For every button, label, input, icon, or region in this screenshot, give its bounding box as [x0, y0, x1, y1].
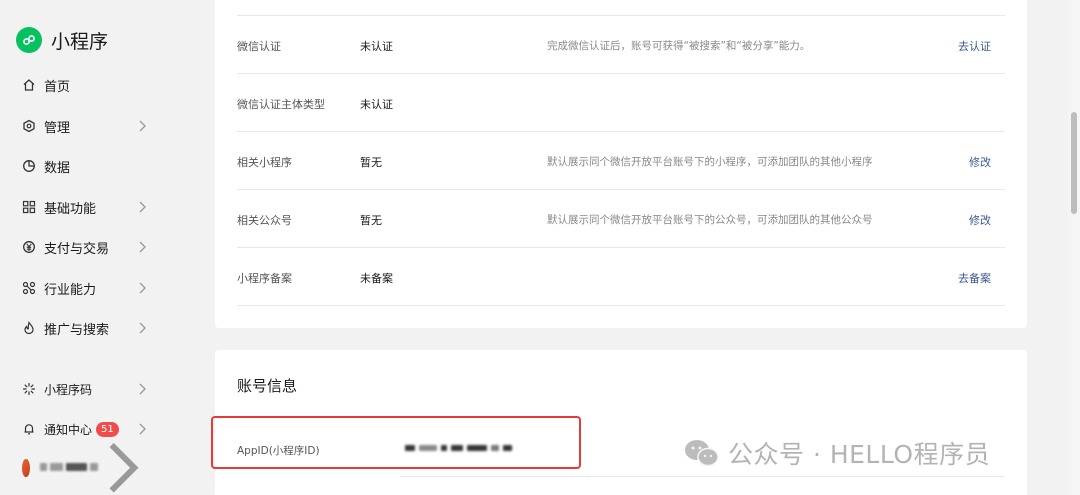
brand-title: 小程序	[51, 30, 109, 53]
row-value-related-official-accounts: 暂无	[360, 214, 382, 227]
row-value-wechat-verification: 未认证	[360, 40, 393, 53]
bell-icon	[22, 422, 36, 436]
sidebar-item-home[interactable]: 首页	[22, 73, 152, 97]
chart-icon	[22, 159, 36, 173]
chevron-right-icon	[139, 201, 146, 213]
row-value-verification-type: 未认证	[360, 98, 393, 111]
sidebar-item-label: 基础功能	[44, 201, 97, 217]
row-label-related-miniprograms: 相关小程序	[237, 156, 292, 169]
row-desc-wechat-verification: 完成微信认证后，账号可获得“被搜索”和“被分享”能力。	[547, 40, 811, 52]
sidebar-item-label: 首页	[44, 79, 71, 95]
row-label-verification-type: 微信认证主体类型	[237, 98, 325, 111]
redacted-appid-value	[405, 445, 512, 451]
row-divider	[237, 131, 1005, 132]
row-divider	[400, 476, 1005, 477]
basic-info-card: 微信认证 未认证 完成微信认证后，账号可获得“被搜索”和“被分享”能力。 去认证…	[215, 0, 1027, 328]
row-desc-related-official-accounts: 默认展示同个微信开放平台账号下的公众号，可添加团队的其他公众号	[547, 214, 873, 226]
row-divider	[237, 189, 1005, 190]
row-label-related-official-accounts: 相关公众号	[237, 214, 292, 227]
chevron-right-icon	[139, 282, 146, 294]
account-menu[interactable]	[22, 443, 152, 493]
chevron-right-icon	[139, 322, 146, 334]
page-scrollbar[interactable]	[1068, 0, 1080, 495]
payment-icon	[22, 240, 36, 254]
row-desc-related-miniprograms: 默认展示同个微信开放平台账号下的小程序，可添加团队的其他小程序	[547, 156, 873, 168]
edit-related-official-accounts-link[interactable]: 修改	[969, 212, 991, 228]
industry-icon	[22, 281, 36, 295]
edit-related-miniprograms-link[interactable]: 修改	[969, 154, 991, 170]
sidebar-item-promotion[interactable]: 推广与搜索	[22, 316, 152, 340]
section-title-account-info: 账号信息	[237, 377, 298, 395]
row-divider	[237, 73, 1005, 74]
go-filing-link[interactable]: 去备案	[958, 270, 991, 286]
appid-label: AppID(小程序ID)	[237, 445, 320, 457]
row-value-related-miniprograms: 暂无	[360, 156, 382, 169]
brand[interactable]: 小程序	[16, 27, 108, 53]
sidebar-item-basic-features[interactable]: 基础功能	[22, 195, 152, 219]
sidebar-item-data[interactable]: 数据	[22, 154, 152, 178]
qrcode-icon	[22, 382, 36, 396]
avatar	[22, 459, 30, 477]
row-label-filing: 小程序备案	[237, 272, 292, 285]
row-divider	[237, 15, 1005, 16]
chevron-right-icon	[139, 423, 146, 435]
row-divider	[237, 247, 1005, 248]
chevron-right-icon	[139, 383, 146, 395]
notification-badge: 51	[96, 421, 119, 437]
sidebar-item-label: 行业能力	[44, 282, 97, 298]
sidebar-item-label: 通知中心	[44, 422, 93, 437]
sidebar-item-payment[interactable]: 支付与交易	[22, 235, 152, 259]
chevron-right-icon	[139, 241, 146, 253]
home-icon	[22, 78, 36, 92]
go-verify-link[interactable]: 去认证	[958, 38, 991, 54]
chevron-right-icon	[139, 120, 146, 132]
sidebar-item-label: 推广与搜索	[44, 322, 110, 338]
row-divider	[237, 305, 1005, 306]
wechat-icon	[685, 440, 719, 467]
row-value-filing: 未备案	[360, 272, 393, 285]
sidebar-item-label: 管理	[44, 120, 71, 136]
watermark-text: 公众号 · HELLO程序员	[728, 440, 991, 469]
fire-icon	[22, 321, 36, 335]
sidebar-item-label: 数据	[44, 160, 71, 176]
sidebar-item-industry[interactable]: 行业能力	[22, 276, 152, 300]
chevron-right-icon	[109, 443, 139, 493]
sidebar: 小程序 首页 管理 数据 基础功能 支付与交易 行业能力 推广与搜索 小程序码 …	[0, 0, 200, 495]
row-label-wechat-verification: 微信认证	[237, 40, 281, 53]
manage-icon	[22, 119, 36, 133]
watermark: 公众号 · HELLO程序员	[684, 433, 990, 473]
miniprogram-logo-icon	[16, 27, 42, 53]
sidebar-item-label: 支付与交易	[44, 241, 110, 257]
sidebar-item-label: 小程序码	[44, 382, 93, 397]
sidebar-item-manage[interactable]: 管理	[22, 114, 152, 138]
scrollbar-thumb[interactable]	[1071, 112, 1077, 214]
redacted-account-name	[39, 463, 98, 473]
grid-icon	[22, 200, 36, 214]
sidebar-item-qrcode[interactable]: 小程序码	[22, 377, 152, 401]
